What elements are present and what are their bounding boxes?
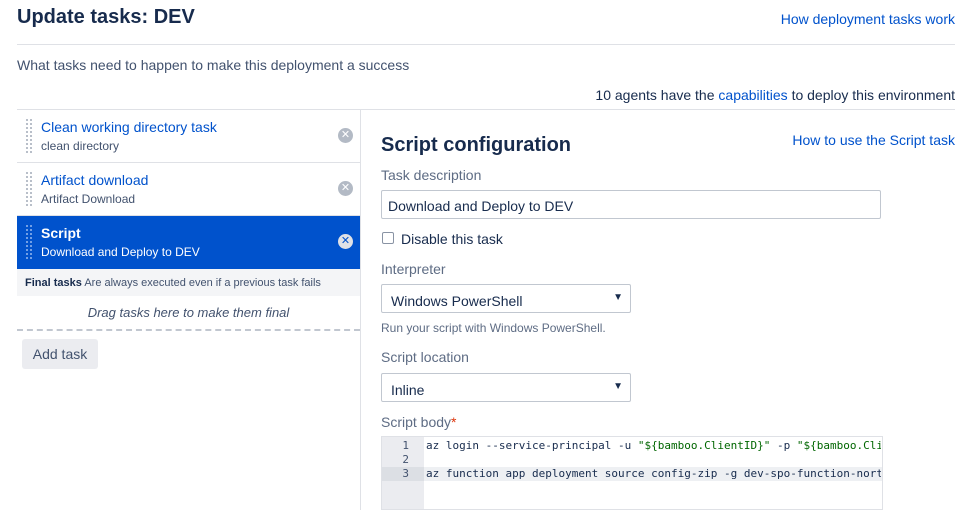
code-line[interactable]: 2 xyxy=(382,453,882,467)
remove-circle-icon[interactable]: ✕ xyxy=(338,234,353,249)
drag-handle-icon[interactable] xyxy=(25,224,33,260)
page-title: Update tasks: DEV xyxy=(17,6,195,28)
code-text[interactable]: az function app deployment source config… xyxy=(426,467,881,481)
script-body-editor[interactable]: 1 az login --service-principal -u "${bam… xyxy=(381,436,883,510)
agents-capabilities-text: 10 agents have the capabilities to deplo… xyxy=(595,87,955,103)
script-task-help-link[interactable]: How to use the Script task xyxy=(792,132,955,148)
script-location-value: Inline xyxy=(391,382,425,398)
remove-circle-icon[interactable]: ✕ xyxy=(338,128,353,143)
task-description-label: Task description xyxy=(381,167,482,183)
page-subtitle: What tasks need to happen to make this d… xyxy=(17,57,410,73)
task-item-clean-working-directory[interactable]: Clean working directory task clean direc… xyxy=(17,110,360,163)
interpreter-value: Windows PowerShell xyxy=(391,293,523,309)
script-location-label: Script location xyxy=(381,349,469,365)
task-description-input[interactable]: Download and Deploy to DEV xyxy=(381,190,881,219)
script-location-select[interactable]: Inline ▼ xyxy=(381,373,631,402)
line-number: 2 xyxy=(402,453,409,466)
drag-handle-icon[interactable] xyxy=(25,118,33,154)
disable-task-label[interactable]: Disable this task xyxy=(401,231,503,247)
agents-suffix: to deploy this environment xyxy=(791,87,955,103)
disable-task-checkbox[interactable] xyxy=(382,232,394,244)
code-line[interactable]: 1 az login --service-principal -u "${bam… xyxy=(382,439,882,453)
interpreter-select[interactable]: Windows PowerShell ▼ xyxy=(381,284,631,313)
script-configuration-panel: Script configuration How to use the Scri… xyxy=(381,110,976,510)
header-divider xyxy=(17,44,955,45)
drag-handle-icon[interactable] xyxy=(25,171,33,207)
task-item-artifact-download[interactable]: Artifact download Artifact Download ✕ xyxy=(17,163,360,216)
configuration-title: Script configuration xyxy=(381,134,571,156)
task-description: Artifact Download xyxy=(41,192,136,206)
task-name[interactable]: Script xyxy=(41,225,81,241)
line-number: 3 xyxy=(382,467,424,481)
script-body-label-text: Script body xyxy=(381,414,452,430)
deployment-tasks-help-link[interactable]: How deployment tasks work xyxy=(781,11,955,27)
line-number: 1 xyxy=(402,439,409,452)
task-description: clean directory xyxy=(41,139,120,153)
final-tasks-label: Final tasks xyxy=(25,277,82,289)
capabilities-link[interactable]: capabilities xyxy=(718,87,787,103)
final-tasks-drop-zone[interactable]: Drag tasks here to make them final xyxy=(17,296,360,331)
task-name[interactable]: Clean working directory task xyxy=(41,119,217,135)
final-tasks-note: Are always executed even if a previous t… xyxy=(84,277,321,289)
final-tasks-header: Final tasks Are always executed even if … xyxy=(17,269,360,296)
code-line[interactable]: 3 az function app deployment source conf… xyxy=(382,467,882,481)
remove-circle-icon[interactable]: ✕ xyxy=(338,181,353,196)
task-list-panel: Clean working directory task clean direc… xyxy=(17,110,361,510)
required-marker: * xyxy=(451,414,457,430)
task-name[interactable]: Artifact download xyxy=(41,172,148,188)
code-text[interactable]: az login --service-principal -u "${bambo… xyxy=(426,439,881,453)
chevron-down-icon: ▼ xyxy=(613,292,623,303)
script-body-label: Script body* xyxy=(381,414,457,430)
add-task-button[interactable]: Add task xyxy=(22,339,98,369)
interpreter-label: Interpreter xyxy=(381,261,446,277)
task-item-script[interactable]: Script Download and Deploy to DEV ✕ xyxy=(17,216,360,269)
agents-prefix: 10 agents have the xyxy=(595,87,715,103)
interpreter-hint: Run your script with Windows PowerShell. xyxy=(381,321,606,335)
chevron-down-icon: ▼ xyxy=(613,381,623,392)
task-description: Download and Deploy to DEV xyxy=(41,245,200,259)
